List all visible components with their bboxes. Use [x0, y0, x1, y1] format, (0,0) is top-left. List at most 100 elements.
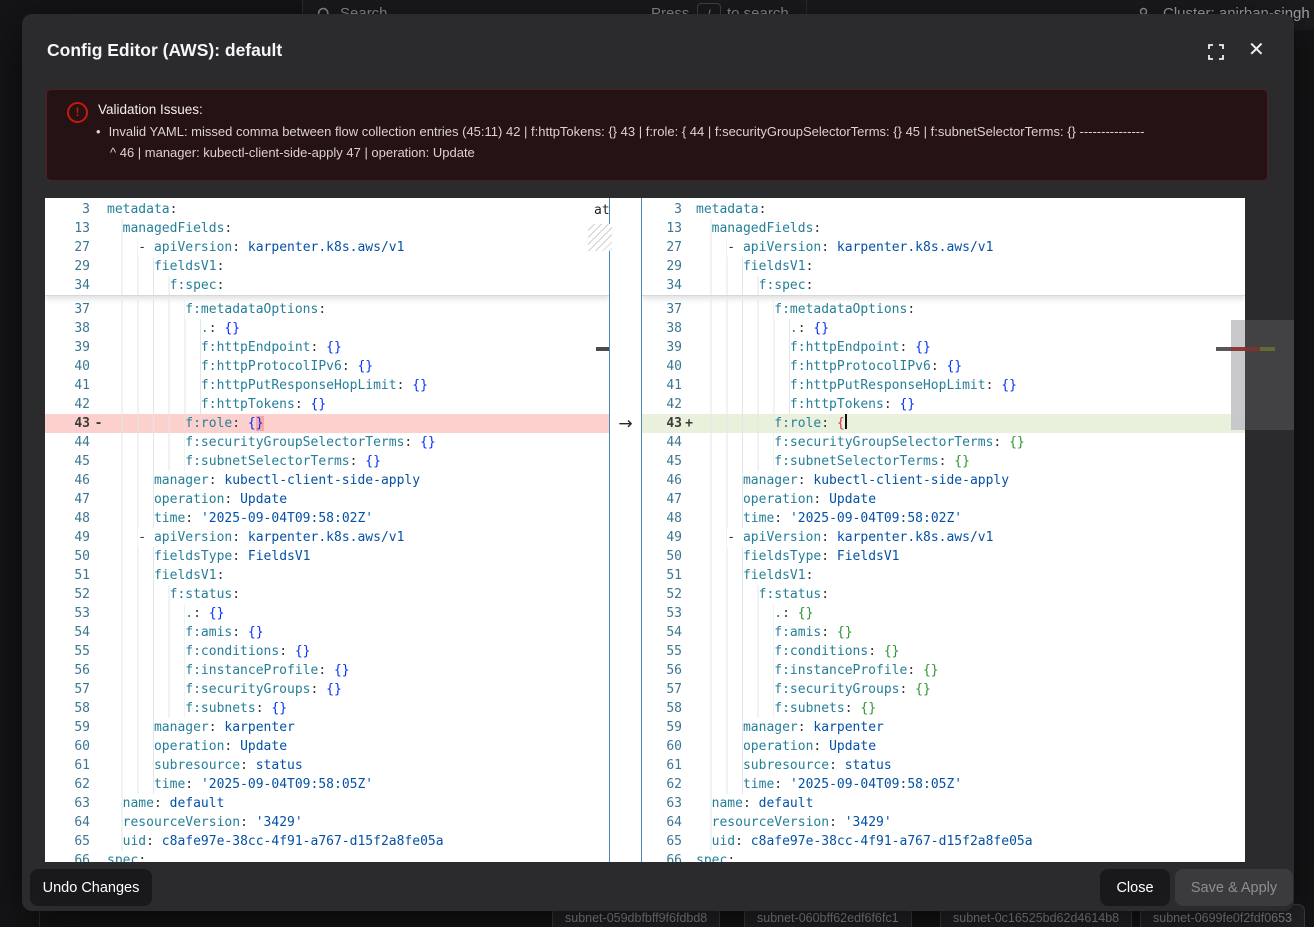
code-line[interactable]: 66spec:	[642, 851, 1245, 862]
code-line[interactable]: 38 .: {}	[642, 319, 1245, 338]
code-line[interactable]: 57 f:securityGroups: {}	[642, 680, 1245, 699]
close-button[interactable]: ✕	[1246, 38, 1267, 62]
code-line[interactable]: 49 - apiVersion: karpenter.k8s.aws/v1	[45, 528, 609, 547]
code-line[interactable]: 60 operation: Update	[642, 737, 1245, 756]
code-line[interactable]: 48 time: '2025-09-04T09:58:02Z'	[642, 509, 1245, 528]
code-line[interactable]: 29 fieldsV1:	[642, 257, 1245, 276]
code-line[interactable]: 47 operation: Update	[45, 490, 609, 509]
indent-guides	[696, 300, 774, 319]
code-line[interactable]: 44 f:securityGroupSelectorTerms: {}	[642, 433, 1245, 452]
diff-sash[interactable]: →	[609, 198, 642, 862]
code-token: :	[806, 568, 814, 583]
line-number: 65	[642, 832, 682, 851]
undo-changes-button[interactable]: Undo Changes	[30, 869, 152, 906]
code-line[interactable]: 37 f:metadataOptions:	[642, 300, 1245, 319]
code-token: :	[397, 378, 413, 393]
code-line[interactable]: 52 f:status:	[45, 585, 609, 604]
code-line[interactable]: 65 uid: c8afe97e-38cc-4f91-a767-d15f2a8f…	[45, 832, 609, 851]
code-line[interactable]: 47 operation: Update	[642, 490, 1245, 509]
code-line[interactable]: 62 time: '2025-09-04T09:58:05Z'	[642, 775, 1245, 794]
code-line[interactable]: 38 .: {}	[45, 319, 609, 338]
code-line[interactable]: 63 name: default	[45, 794, 609, 813]
code-line[interactable]: 53 .: {}	[45, 604, 609, 623]
line-number: 56	[642, 661, 682, 680]
code-line[interactable]: 52 f:status:	[642, 585, 1245, 604]
code-line[interactable]: 58 f:subnets: {}	[45, 699, 609, 718]
code-line[interactable]: 3metadata:	[45, 200, 609, 219]
fullscreen-button[interactable]	[1205, 41, 1227, 63]
code-line[interactable]: 60 operation: Update	[45, 737, 609, 756]
code-line[interactable]: 59 manager: karpenter	[45, 718, 609, 737]
code-line[interactable]: 34 f:spec:	[642, 276, 1245, 295]
line-number: 49	[45, 528, 90, 547]
code-line[interactable]: 57 f:securityGroups: {}	[45, 680, 609, 699]
fullscreen-icon	[1207, 43, 1225, 61]
code-line[interactable]: 45 f:subnetSelectorTerms: {}	[642, 452, 1245, 471]
code-line[interactable]: 61 subresource: status	[642, 756, 1245, 775]
code-line[interactable]: 13 managedFields:	[45, 219, 609, 238]
code-line[interactable]: 48 time: '2025-09-04T09:58:02Z'	[45, 509, 609, 528]
code-line[interactable]: 46 manager: kubectl-client-side-apply	[642, 471, 1245, 490]
diff-pane-modified[interactable]: 3metadata:13 managedFields:27 - apiVersi…	[642, 198, 1245, 862]
code-line[interactable]: 62 time: '2025-09-04T09:58:05Z'	[45, 775, 609, 794]
code-line[interactable]: 63 name: default	[642, 794, 1245, 813]
indent-guides	[696, 604, 774, 623]
code-line[interactable]: 49 - apiVersion: karpenter.k8s.aws/v1	[642, 528, 1245, 547]
code-line[interactable]: 53 .: {}	[642, 604, 1245, 623]
code-line[interactable]: 37 f:metadataOptions:	[45, 300, 609, 319]
code-line[interactable]: 61 subresource: status	[45, 756, 609, 775]
code-token: :	[154, 796, 170, 811]
line-number: 46	[45, 471, 90, 490]
code-line[interactable]: 50 fieldsType: FieldsV1	[642, 547, 1245, 566]
code-line[interactable]: 40 f:httpProtocolIPv6: {}	[642, 357, 1245, 376]
indent-guides	[696, 775, 743, 794]
code-line[interactable]: 39 f:httpEndpoint: {}	[45, 338, 609, 357]
code-line[interactable]: 43- f:role: {}	[45, 414, 609, 433]
diff-pane-original[interactable]: 3metadata:13 managedFields:27 - apiVersi…	[45, 198, 609, 862]
indent-guides	[696, 319, 790, 338]
line-number: 38	[45, 319, 90, 338]
code-line[interactable]: 54 f:amis: {}	[45, 623, 609, 642]
code-line[interactable]: 51 fieldsV1:	[642, 566, 1245, 585]
code-line[interactable]: 43+ f:role: {	[642, 414, 1245, 433]
code-token: {}	[326, 682, 342, 697]
code-line[interactable]: 29 fieldsV1:	[45, 257, 609, 276]
minimap-slider[interactable]	[1245, 320, 1294, 430]
code-line[interactable]: 51 fieldsV1:	[45, 566, 609, 585]
diff-sign	[90, 200, 107, 219]
code-line[interactable]: 41 f:httpPutResponseHopLimit: {}	[642, 376, 1245, 395]
revert-change-arrow[interactable]: →	[618, 414, 632, 434]
code-line[interactable]: 42 f:httpTokens: {}	[45, 395, 609, 414]
code-token: {}	[1001, 378, 1017, 393]
code-line[interactable]: 41 f:httpPutResponseHopLimit: {}	[45, 376, 609, 395]
code-line[interactable]: 59 manager: karpenter	[642, 718, 1245, 737]
code-line[interactable]: 54 f:amis: {}	[642, 623, 1245, 642]
code-content: name: default	[107, 794, 609, 813]
close-modal-button[interactable]: Close	[1100, 869, 1170, 906]
code-line[interactable]: 44 f:securityGroupSelectorTerms: {}	[45, 433, 609, 452]
code-line[interactable]: 42 f:httpTokens: {}	[642, 395, 1245, 414]
code-line[interactable]: 39 f:httpEndpoint: {}	[642, 338, 1245, 357]
scrollbar-slider[interactable]	[1231, 320, 1245, 430]
code-line[interactable]: 56 f:instanceProfile: {}	[642, 661, 1245, 680]
code-line[interactable]: 50 fieldsType: FieldsV1	[45, 547, 609, 566]
code-token: :	[821, 530, 837, 545]
code-line[interactable]: 45 f:subnetSelectorTerms: {}	[45, 452, 609, 471]
code-line[interactable]: 13 managedFields:	[642, 219, 1245, 238]
code-line[interactable]: 55 f:conditions: {}	[45, 642, 609, 661]
code-line[interactable]: 27 - apiVersion: karpenter.k8s.aws/v1	[642, 238, 1245, 257]
code-line[interactable]: 27 - apiVersion: karpenter.k8s.aws/v1	[45, 238, 609, 257]
diff-sign	[682, 219, 696, 238]
code-line[interactable]: 3metadata:	[642, 200, 1245, 219]
code-line[interactable]: 64 resourceVersion: '3429'	[642, 813, 1245, 832]
code-content: fieldsV1:	[107, 566, 609, 585]
code-line[interactable]: 64 resourceVersion: '3429'	[45, 813, 609, 832]
code-line[interactable]: 56 f:instanceProfile: {}	[45, 661, 609, 680]
code-line[interactable]: 55 f:conditions: {}	[642, 642, 1245, 661]
code-line[interactable]: 65 uid: c8afe97e-38cc-4f91-a767-d15f2a8f…	[642, 832, 1245, 851]
code-line[interactable]: 40 f:httpProtocolIPv6: {}	[45, 357, 609, 376]
code-line[interactable]: 58 f:subnets: {}	[642, 699, 1245, 718]
code-line[interactable]: 34 f:spec:	[45, 276, 609, 295]
code-line[interactable]: 46 manager: kubectl-client-side-apply	[45, 471, 609, 490]
code-line[interactable]: 66spec:	[45, 851, 609, 862]
